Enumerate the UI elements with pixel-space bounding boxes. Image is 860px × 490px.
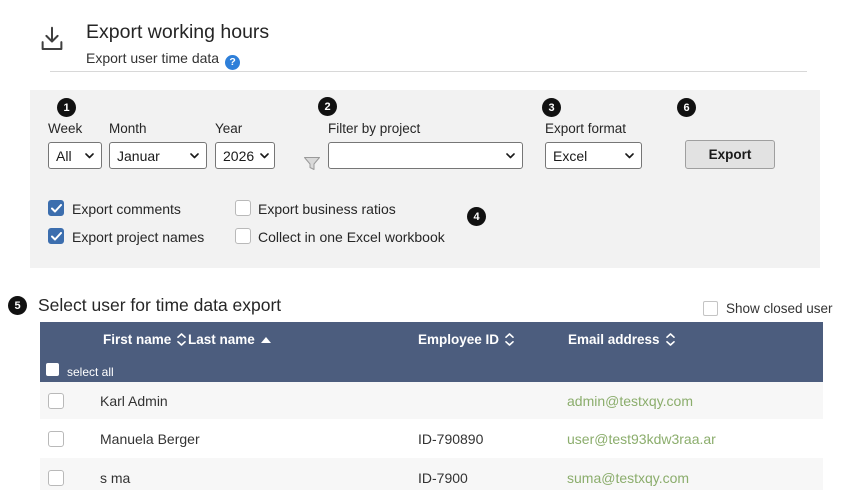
export-project-names-checkbox[interactable]: [48, 228, 64, 244]
project-filter-label: Filter by project: [328, 121, 421, 136]
export-comments-checkbox[interactable]: [48, 200, 64, 216]
chevron-down-icon: [260, 152, 269, 159]
collect-one-workbook-checkbox[interactable]: [235, 228, 251, 244]
export-button[interactable]: Export: [685, 140, 775, 169]
user-table-header: First name Last name Employee ID Email a…: [40, 322, 823, 382]
column-header-last-name[interactable]: Last name: [188, 332, 271, 347]
employee-id: ID-790890: [418, 430, 484, 447]
year-select-value: 2026: [223, 147, 255, 164]
email-address: user@test93kdw3raa.ar: [567, 430, 716, 447]
help-icon[interactable]: ?: [225, 54, 241, 70]
header-divider: [50, 71, 807, 72]
month-select[interactable]: Januar: [109, 142, 207, 169]
export-comments-label: Export comments: [72, 201, 181, 217]
chevron-down-icon: [625, 152, 634, 159]
row-checkbox[interactable]: [48, 392, 64, 409]
download-icon: [37, 25, 67, 58]
month-select-value: Januar: [117, 147, 160, 164]
export-business-ratios-checkbox[interactable]: [235, 200, 251, 216]
page-title: Export working hours: [86, 21, 270, 43]
step-badge-2: 2: [318, 97, 337, 116]
month-label: Month: [109, 121, 147, 136]
week-label: Week: [48, 121, 83, 136]
year-label: Year: [215, 121, 243, 136]
email-address: suma@testxqy.com: [567, 470, 690, 486]
sort-both-icon: [505, 333, 514, 346]
user-table: First name Last name Employee ID Email a…: [40, 322, 823, 490]
row-checkbox[interactable]: [48, 470, 64, 486]
step-badge-6: 6: [677, 98, 696, 117]
export-project-names-label: Export project names: [72, 229, 205, 245]
year-select[interactable]: 2026: [215, 142, 275, 169]
chevron-down-icon: [506, 152, 515, 159]
page-subtitle-row: Export user time data?: [86, 50, 241, 70]
select-all-label: select all: [67, 365, 114, 379]
step-badge-4: 4: [467, 207, 486, 226]
sort-both-icon: [177, 333, 187, 346]
project-select[interactable]: [328, 142, 523, 169]
week-select[interactable]: All: [48, 142, 102, 169]
chevron-down-icon: [85, 152, 94, 159]
user-name: Karl Admin: [100, 392, 168, 409]
export-format-label: Export format: [545, 121, 627, 136]
table-row[interactable]: Manuela Berger ID-790890 user@test93kdw3…: [40, 419, 823, 458]
column-header-employee-id[interactable]: Employee ID: [418, 332, 514, 347]
select-all-checkbox[interactable]: [46, 363, 59, 376]
step-badge-5: 5: [8, 296, 27, 315]
user-name: Manuela Berger: [100, 430, 200, 447]
user-name: s ma: [100, 470, 131, 486]
sort-both-icon: [665, 333, 675, 346]
export-format-select[interactable]: Excel: [545, 142, 642, 169]
row-checkbox[interactable]: [48, 430, 64, 447]
step-badge-1: 1: [57, 98, 76, 117]
filter-funnel-icon: [303, 156, 321, 177]
export-business-ratios-label: Export business ratios: [258, 201, 396, 217]
export-working-hours-page: Export working hours Export user time da…: [0, 0, 860, 490]
page-subtitle: Export user time data: [86, 50, 220, 66]
week-select-value: All: [56, 147, 72, 164]
export-format-select-value: Excel: [553, 147, 588, 164]
show-closed-user-label: Show closed user: [726, 301, 833, 316]
column-header-first-name[interactable]: First name: [103, 332, 187, 347]
step-badge-3: 3: [542, 98, 561, 117]
table-row[interactable]: s ma ID-7900 suma@testxqy.com: [40, 458, 823, 490]
table-row[interactable]: Karl Admin admin@testxqy.com: [40, 382, 823, 419]
chevron-down-icon: [190, 152, 199, 159]
employee-id: ID-7900: [418, 470, 468, 486]
user-section-heading: Select user for time data export: [38, 295, 282, 315]
collect-one-workbook-label: Collect in one Excel workbook: [258, 229, 445, 245]
column-header-email-address[interactable]: Email address: [568, 332, 675, 347]
show-closed-user-checkbox[interactable]: [703, 301, 718, 316]
sort-asc-icon: [260, 336, 271, 343]
email-address: admin@testxqy.com: [567, 392, 693, 409]
